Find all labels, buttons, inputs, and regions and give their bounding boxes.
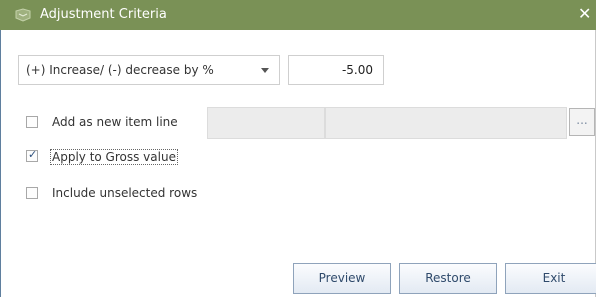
include-unselected-label: Include unselected rows (52, 186, 198, 200)
add-new-line-label: Add as new item line (52, 115, 178, 129)
restore-button[interactable]: Restore (399, 263, 497, 294)
dialog-title: Adjustment Criteria (40, 7, 167, 22)
adjustment-criteria-dialog: Adjustment Criteria ✕ (+) Increase/ (-) … (0, 0, 596, 297)
adjustment-mode-dropdown[interactable]: (+) Increase/ (-) decrease by % (18, 55, 280, 85)
title-bar[interactable]: Adjustment Criteria ✕ (0, 0, 596, 30)
adjustment-value-input[interactable]: -5.00 (288, 55, 384, 85)
dialog-icon (15, 8, 31, 22)
checkmark-icon: ✓ (28, 148, 38, 161)
apply-gross-label: Apply to Gross value (50, 149, 178, 165)
add-new-line-checkbox[interactable] (26, 116, 38, 128)
browse-button[interactable]: ... (569, 108, 595, 136)
item-code-field (207, 107, 325, 139)
apply-gross-checkbox[interactable]: ✓ (26, 148, 38, 162)
adjustment-mode-value: (+) Increase/ (-) decrease by % (26, 63, 214, 77)
dialog-body: (+) Increase/ (-) decrease by % -5.00 Ad… (0, 30, 596, 297)
close-button[interactable]: ✕ (578, 4, 596, 24)
chevron-down-icon[interactable] (261, 68, 269, 73)
exit-button[interactable]: Exit (505, 263, 596, 294)
item-description-field (325, 107, 567, 139)
include-unselected-checkbox[interactable] (26, 187, 38, 199)
preview-button[interactable]: Preview (293, 263, 391, 294)
